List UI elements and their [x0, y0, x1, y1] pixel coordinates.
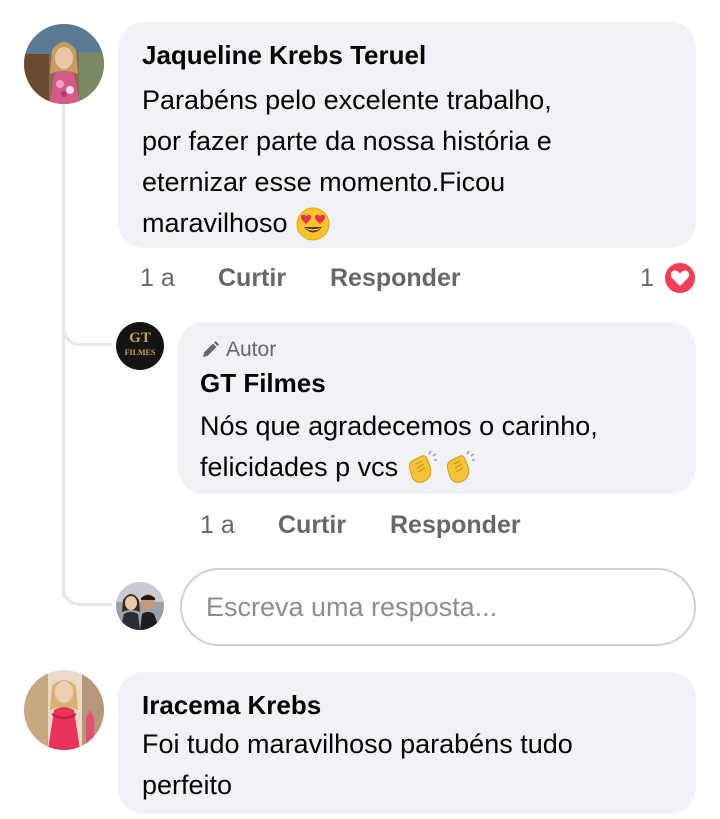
- thread-line-curve-reply: [62, 310, 112, 346]
- reply-author[interactable]: GT Filmes: [200, 368, 326, 399]
- comment-bubble-jaqueline: Jaqueline Krebs Teruel Parabéns pelo exc…: [118, 22, 696, 248]
- avatar-jaqueline[interactable]: [24, 24, 104, 104]
- reply-like-button[interactable]: Curtir: [278, 511, 346, 540]
- comment-text: Parabéns pelo excelente trabalho, por fa…: [142, 80, 682, 244]
- current-user-avatar[interactable]: [116, 582, 164, 630]
- clapping-hands-emoji: [404, 450, 478, 486]
- comment-text: Foi tudo maravilhoso parabéns tudo perfe…: [142, 724, 682, 806]
- comment-author[interactable]: Jaqueline Krebs Teruel: [142, 40, 426, 71]
- reply-button[interactable]: Responder: [330, 264, 461, 293]
- logo-text-top: GT: [129, 330, 151, 346]
- gt-filmes-logo: GT FILMES: [116, 322, 164, 370]
- reaction-count[interactable]: 1: [640, 264, 654, 293]
- reply-time[interactable]: 1 a: [200, 511, 235, 540]
- author-badge: Autor: [200, 338, 276, 362]
- heart-eyes-emoji: [296, 207, 330, 241]
- logo-text-bottom: FILMES: [124, 348, 156, 357]
- reply-input[interactable]: Escreva uma resposta...: [180, 568, 696, 646]
- author-badge-label: Autor: [226, 338, 277, 361]
- comment-line: por fazer parte da nossa história e: [142, 126, 552, 156]
- comment-line: eternizar esse momento.Ficou: [142, 167, 506, 197]
- avatar-gt-filmes[interactable]: GT FILMES: [116, 322, 164, 370]
- avatar-iracema[interactable]: [24, 670, 104, 750]
- thread-line-curve-input: [62, 570, 112, 606]
- reply-bubble-gt-filmes: Autor GT Filmes Nós que agradecemos o ca…: [178, 322, 696, 494]
- reply-reply-button[interactable]: Responder: [390, 511, 521, 540]
- like-button[interactable]: Curtir: [218, 264, 286, 293]
- comment-line: Parabéns pelo excelente trabalho,: [142, 85, 552, 115]
- reply-line: felicidades p vcs: [200, 452, 399, 482]
- comment-line: perfeito: [142, 770, 233, 800]
- comment-author[interactable]: Iracema Krebs: [142, 690, 321, 721]
- reply-line: Nós que agradecemos o carinho,: [200, 411, 598, 441]
- pencil-icon: [200, 340, 220, 360]
- comment-time[interactable]: 1 a: [140, 264, 175, 293]
- reply-input-placeholder: Escreva uma resposta...: [206, 592, 498, 622]
- reply-text: Nós que agradecemos o carinho, felicidad…: [200, 406, 690, 488]
- love-reaction-icon[interactable]: [662, 260, 698, 296]
- thread-line-vertical: [62, 104, 65, 598]
- comment-bubble-iracema: Iracema Krebs Foi tudo maravilhoso parab…: [118, 672, 696, 814]
- comment-line: Foi tudo maravilhoso parabéns tudo: [142, 729, 573, 759]
- comment-line: maravilhoso: [142, 208, 288, 238]
